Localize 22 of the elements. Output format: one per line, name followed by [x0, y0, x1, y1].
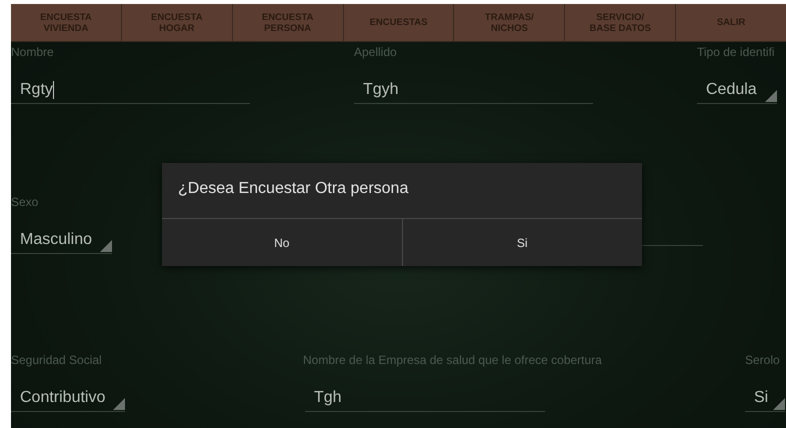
field-label: Nombre — [11, 44, 54, 60]
dialog-button[interactable]: No — [162, 219, 402, 266]
input-field[interactable]: Tgyh — [354, 74, 593, 104]
dialog-title: ¿Desea Encuestar Otra persona — [177, 179, 410, 199]
dropdown-icon — [765, 90, 777, 102]
dropdown[interactable]: Contributivo — [11, 382, 125, 412]
field-label: Serolo — [745, 352, 780, 368]
dropdown[interactable]: Cedula — [697, 74, 777, 104]
field-label: Seguridad Social — [11, 352, 102, 368]
field-label: Apellido — [354, 44, 397, 60]
dropdown[interactable]: Si — [745, 382, 785, 412]
field-label: Nombre de la Empresa de salud que le ofrece cobertura — [303, 352, 602, 368]
dialog-button[interactable]: Si — [402, 219, 642, 266]
input-field[interactable]: Rgty — [11, 74, 250, 104]
input-field[interactable]: Tgh — [305, 382, 545, 412]
field-label: Sexo — [11, 194, 38, 210]
dropdown-icon — [113, 398, 125, 410]
field-label: Tipo de identifi — [697, 44, 775, 60]
dropdown-icon — [100, 240, 112, 252]
dropdown-icon — [773, 398, 785, 410]
dropdown[interactable]: Masculino — [11, 224, 112, 254]
text-cursor — [52, 80, 54, 99]
